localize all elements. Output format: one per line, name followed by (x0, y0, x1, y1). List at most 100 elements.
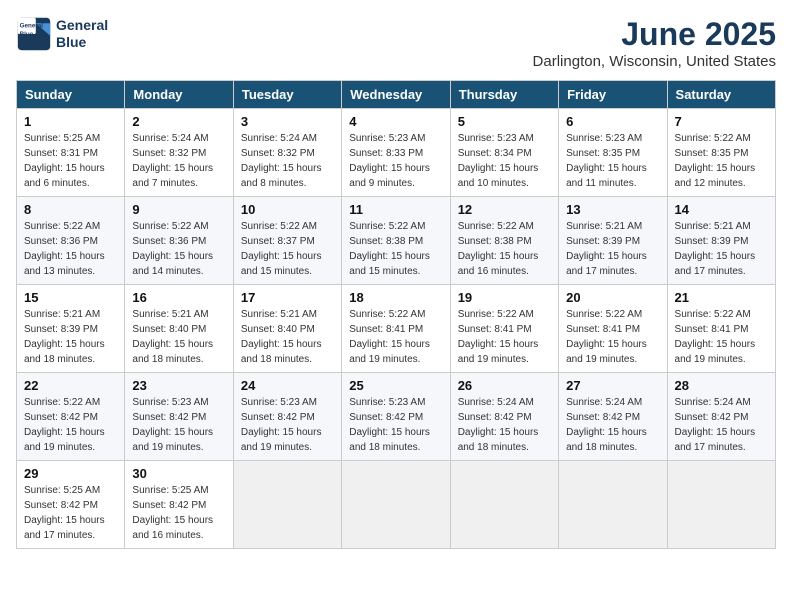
calendar-cell: 5 Sunrise: 5:23 AMSunset: 8:34 PMDaylight… (450, 109, 558, 197)
weekday-header: Monday (125, 81, 233, 109)
day-number: 16 (132, 290, 225, 305)
calendar-cell: 7 Sunrise: 5:22 AMSunset: 8:35 PMDaylight… (667, 109, 775, 197)
day-number: 27 (566, 378, 659, 393)
weekday-header: Thursday (450, 81, 558, 109)
weekday-header: Wednesday (342, 81, 450, 109)
day-info: Sunrise: 5:23 AMSunset: 8:42 PMDaylight:… (132, 395, 225, 455)
location-title: Darlington, Wisconsin, United States (533, 53, 776, 70)
weekday-header: Sunday (17, 81, 125, 109)
calendar-cell: 27 Sunrise: 5:24 AMSunset: 8:42 PMDayligh… (559, 373, 667, 461)
day-info: Sunrise: 5:24 AMSunset: 8:42 PMDaylight:… (566, 395, 659, 455)
day-info: Sunrise: 5:24 AMSunset: 8:32 PMDaylight:… (241, 131, 334, 191)
day-number: 18 (349, 290, 442, 305)
day-number: 9 (132, 202, 225, 217)
calendar-table: SundayMondayTuesdayWednesdayThursdayFrid… (16, 80, 776, 549)
weekday-header: Tuesday (233, 81, 341, 109)
day-info: Sunrise: 5:22 AMSunset: 8:41 PMDaylight:… (458, 307, 551, 367)
day-number: 21 (675, 290, 768, 305)
day-number: 12 (458, 202, 551, 217)
calendar-cell: 9 Sunrise: 5:22 AMSunset: 8:36 PMDaylight… (125, 197, 233, 285)
title-area: June 2025 Darlington, Wisconsin, United … (533, 16, 776, 70)
day-info: Sunrise: 5:23 AMSunset: 8:35 PMDaylight:… (566, 131, 659, 191)
calendar-cell: 29Sunrise: 5:25 AMSunset: 8:42 PMDayligh… (17, 461, 125, 549)
calendar-cell (342, 461, 450, 549)
calendar-cell: 6 Sunrise: 5:23 AMSunset: 8:35 PMDaylight… (559, 109, 667, 197)
calendar-cell: 3 Sunrise: 5:24 AMSunset: 8:32 PMDaylight… (233, 109, 341, 197)
day-info: Sunrise: 5:22 AMSunset: 8:35 PMDaylight:… (675, 131, 768, 191)
calendar-cell (233, 461, 341, 549)
day-info: Sunrise: 5:25 AMSunset: 8:42 PMDaylight:… (132, 483, 225, 543)
svg-text:General: General (20, 23, 44, 30)
day-number: 19 (458, 290, 551, 305)
day-info: Sunrise: 5:23 AMSunset: 8:33 PMDaylight:… (349, 131, 442, 191)
day-number: 26 (458, 378, 551, 393)
day-info: Sunrise: 5:21 AMSunset: 8:40 PMDaylight:… (132, 307, 225, 367)
day-info: Sunrise: 5:25 AMSunset: 8:31 PMDaylight:… (24, 131, 117, 191)
day-info: Sunrise: 5:21 AMSunset: 8:39 PMDaylight:… (675, 219, 768, 279)
weekday-header: Friday (559, 81, 667, 109)
calendar-cell: 19 Sunrise: 5:22 AMSunset: 8:41 PMDayligh… (450, 285, 558, 373)
day-info: Sunrise: 5:22 AMSunset: 8:41 PMDaylight:… (566, 307, 659, 367)
calendar-cell (667, 461, 775, 549)
day-number: 11 (349, 202, 442, 217)
day-info: Sunrise: 5:23 AMSunset: 8:34 PMDaylight:… (458, 131, 551, 191)
day-info: Sunrise: 5:22 AMSunset: 8:36 PMDaylight:… (132, 219, 225, 279)
calendar-cell: 13Sunrise: 5:21 AMSunset: 8:39 PMDayligh… (559, 197, 667, 285)
calendar-week-row: 8Sunrise: 5:22 AMSunset: 8:36 PMDaylight… (17, 197, 776, 285)
calendar-week-row: 15 Sunrise: 5:21 AMSunset: 8:39 PMDayligh… (17, 285, 776, 373)
calendar-week-row: 29 Sunrise: 5:25 AMSunset: 8:42 PMDayligh… (17, 461, 776, 549)
day-number: 1 (24, 114, 117, 129)
day-number: 17 (241, 290, 334, 305)
day-info: Sunrise: 5:22 AMSunset: 8:38 PMDaylight:… (458, 219, 551, 279)
calendar-cell: 4 Sunrise: 5:23 AMSunset: 8:33 PMDaylight… (342, 109, 450, 197)
day-number: 30 (132, 466, 225, 481)
calendar-cell: 18 Sunrise: 5:22 AMSunset: 8:41 PMDayligh… (342, 285, 450, 373)
day-info: Sunrise: 5:22 AMSunset: 8:36 PMDaylight:… (24, 219, 117, 279)
day-number: 29 (24, 466, 117, 481)
day-info: Sunrise: 5:24 AMSunset: 8:32 PMDaylight:… (132, 131, 225, 191)
logo-text-line1: General (56, 17, 108, 34)
logo: General Blue General Blue (16, 16, 108, 52)
calendar-cell: 11Sunrise: 5:22 AMSunset: 8:38 PMDayligh… (342, 197, 450, 285)
calendar-cell: 17 Sunrise: 5:21 AMSunset: 8:40 PMDayligh… (233, 285, 341, 373)
day-info: Sunrise: 5:22 AMSunset: 8:41 PMDaylight:… (349, 307, 442, 367)
calendar-cell: 1 Sunrise: 5:25 AMSunset: 8:31 PMDaylight… (17, 109, 125, 197)
day-number: 5 (458, 114, 551, 129)
calendar-cell: 22 Sunrise: 5:22 AMSunset: 8:42 PMDayligh… (17, 373, 125, 461)
day-info: Sunrise: 5:24 AMSunset: 8:42 PMDaylight:… (675, 395, 768, 455)
day-number: 28 (675, 378, 768, 393)
month-title: June 2025 (533, 16, 776, 53)
day-info: Sunrise: 5:24 AMSunset: 8:42 PMDaylight:… (458, 395, 551, 455)
day-info: Sunrise: 5:23 AMSunset: 8:42 PMDaylight:… (241, 395, 334, 455)
day-number: 3 (241, 114, 334, 129)
calendar-cell: 26 Sunrise: 5:24 AMSunset: 8:42 PMDayligh… (450, 373, 558, 461)
day-info: Sunrise: 5:22 AMSunset: 8:42 PMDaylight:… (24, 395, 117, 455)
day-number: 10 (241, 202, 334, 217)
day-number: 22 (24, 378, 117, 393)
calendar-cell: 25 Sunrise: 5:23 AMSunset: 8:42 PMDayligh… (342, 373, 450, 461)
calendar-cell: 15 Sunrise: 5:21 AMSunset: 8:39 PMDayligh… (17, 285, 125, 373)
day-number: 24 (241, 378, 334, 393)
header: General Blue General Blue June 2025 Darl… (16, 16, 776, 70)
logo-icon: General Blue (16, 16, 52, 52)
svg-text:Blue: Blue (20, 31, 34, 38)
calendar-cell: 16 Sunrise: 5:21 AMSunset: 8:40 PMDayligh… (125, 285, 233, 373)
calendar-cell: 23 Sunrise: 5:23 AMSunset: 8:42 PMDayligh… (125, 373, 233, 461)
calendar-cell (450, 461, 558, 549)
calendar-cell: 14Sunrise: 5:21 AMSunset: 8:39 PMDayligh… (667, 197, 775, 285)
day-number: 15 (24, 290, 117, 305)
day-number: 7 (675, 114, 768, 129)
calendar-cell: 21Sunrise: 5:22 AMSunset: 8:41 PMDayligh… (667, 285, 775, 373)
calendar-cell: 30 Sunrise: 5:25 AMSunset: 8:42 PMDayligh… (125, 461, 233, 549)
calendar-cell: 28 Sunrise: 5:24 AMSunset: 8:42 PMDayligh… (667, 373, 775, 461)
calendar-header-row: SundayMondayTuesdayWednesdayThursdayFrid… (17, 81, 776, 109)
day-info: Sunrise: 5:23 AMSunset: 8:42 PMDaylight:… (349, 395, 442, 455)
day-number: 6 (566, 114, 659, 129)
day-info: Sunrise: 5:21 AMSunset: 8:39 PMDaylight:… (24, 307, 117, 367)
weekday-header: Saturday (667, 81, 775, 109)
calendar-cell: 10Sunrise: 5:22 AMSunset: 8:37 PMDayligh… (233, 197, 341, 285)
day-info: Sunrise: 5:21 AMSunset: 8:40 PMDaylight:… (241, 307, 334, 367)
day-number: 4 (349, 114, 442, 129)
day-number: 25 (349, 378, 442, 393)
day-number: 23 (132, 378, 225, 393)
